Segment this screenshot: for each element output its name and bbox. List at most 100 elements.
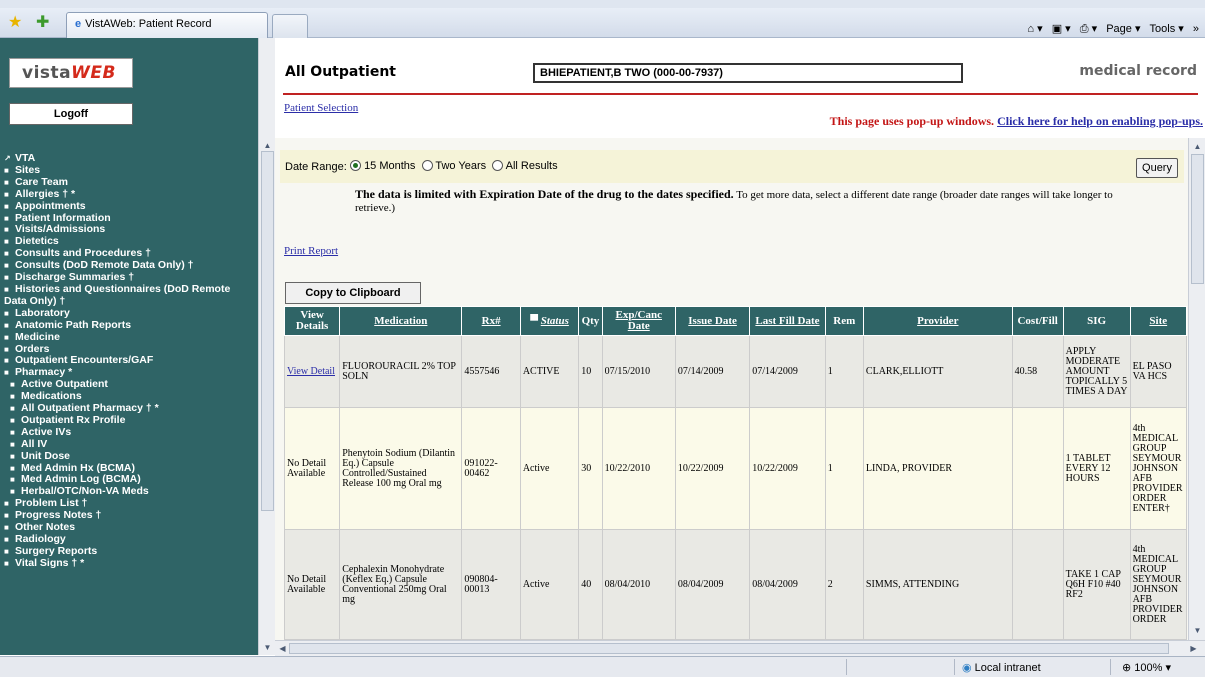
column-header: SIG [1062, 306, 1131, 336]
nav-item-label: Anatomic Path Reports [15, 318, 132, 331]
popup-notice: This page uses pop-up windows. Click her… [830, 114, 1203, 129]
table-cell: 10 [578, 335, 603, 408]
column-header-label: SIG [1087, 314, 1107, 327]
nav-item-label: Care Team [15, 175, 68, 188]
table-cell: 4557546 [461, 335, 521, 408]
column-header[interactable]: Medication [339, 306, 463, 336]
view-detail-link[interactable]: View Detail [287, 366, 335, 377]
table-cell: Active [519, 407, 580, 530]
scroll-left-icon[interactable]: ◀ [276, 642, 289, 655]
new-tab-button[interactable] [272, 14, 308, 38]
expand-box-icon: ■ [10, 463, 15, 473]
expand-box-icon: ■ [4, 273, 9, 283]
nav-item-label: Allergies † * [15, 187, 76, 200]
nav-item-label: Consults and Procedures † [15, 247, 151, 260]
expand-box-icon: ■ [10, 427, 15, 437]
content-scroll-down-icon[interactable]: ▼ [1191, 624, 1204, 637]
popup-help-link[interactable]: Click here for help on enabling pop-ups. [997, 114, 1203, 128]
column-header[interactable]: Site [1129, 306, 1188, 336]
zoom-level[interactable]: ⊕ 100% ▾ [1122, 661, 1171, 674]
security-zone-label: Local intranet [974, 662, 1041, 674]
expand-box-icon: ■ [10, 415, 15, 425]
horizontal-scroll-thumb[interactable] [289, 643, 1169, 654]
column-header[interactable]: Provider [862, 306, 1013, 336]
print-report-link[interactable]: Print Report [284, 245, 338, 257]
nav-item-label: Other Notes [15, 521, 76, 534]
nav-item-label: All Outpatient Pharmacy † * [21, 402, 159, 415]
column-header-label: View Details [295, 309, 329, 332]
table-cell: Phenytoin Sodium (Dilantin Eq.) Capsule … [339, 407, 463, 530]
radio-15-months[interactable] [350, 160, 361, 171]
print-icon[interactable]: ⎙ ▾ [1080, 23, 1097, 35]
patient-name-box: BHIEPATIENT,B TWO (000-00-7937) [533, 63, 963, 83]
nav-item[interactable]: ■ Histories and Questionnaires (DoD Remot… [0, 282, 258, 308]
expand-box-icon: ■ [10, 475, 15, 485]
table-row: No Detail Available Phenytoin Sodium (Dil… [283, 407, 1188, 530]
ie-page-icon: e [75, 18, 82, 30]
table-cell: ACTIVE [519, 335, 580, 408]
content-scroll-up-icon[interactable]: ▲ [1191, 140, 1204, 153]
column-header: Cost/Fill [1011, 306, 1064, 336]
horizontal-scrollbar[interactable]: ◀ ▶ [275, 640, 1205, 656]
intranet-globe-icon: ◉ [962, 662, 972, 674]
nav-item-label: Dietetics [15, 235, 59, 248]
expand-box-icon: ■ [4, 213, 9, 223]
table-cell: FLUOROURACIL 2% TOP SOLN [339, 335, 463, 408]
content-scroll-thumb[interactable] [1191, 154, 1204, 284]
status-bar: ◉ Local intranet ⊕ 100% ▾ [0, 656, 1205, 677]
expand-box-icon: ■ [4, 332, 9, 342]
column-header[interactable]: ▀ Status [519, 306, 580, 336]
logoff-button[interactable]: Logoff [9, 103, 133, 125]
table-row: View Detail FLUOROURACIL 2% TOP SOLN 45575… [283, 335, 1188, 408]
date-range-label: Date Range: [285, 161, 347, 173]
content-vertical-scrollbar[interactable]: ▲ ▼ [1188, 138, 1205, 640]
zoom-icon: ⊕ [1122, 662, 1132, 674]
table-cell: 07/15/2010 [601, 335, 676, 408]
column-header[interactable]: Rx# [461, 306, 521, 336]
scroll-down-arrow-icon[interactable]: ▼ [261, 641, 274, 654]
expand-box-icon: ■ [4, 165, 9, 175]
column-header: Qty [578, 306, 603, 336]
feeds-icon[interactable]: ▣ ▾ [1052, 23, 1071, 35]
table-cell: 07/14/2009 [674, 335, 751, 408]
nav-item-label: Discharge Summaries † [15, 271, 135, 284]
copy-to-clipboard-button[interactable]: Copy to Clipboard [285, 282, 421, 304]
expand-box-icon: ■ [10, 392, 15, 402]
table-cell: 10/22/2010 [601, 407, 676, 530]
nav-item-label: All IV [21, 437, 48, 450]
nav-item-label: Outpatient Rx Profile [21, 413, 126, 426]
more-commands-icon[interactable]: » [1193, 23, 1199, 35]
expand-box-icon: ■ [10, 451, 15, 461]
table-cell: CLARK,ELLIOTT [862, 335, 1013, 408]
nav-scrollbar[interactable]: ▲ ▼ [258, 38, 275, 655]
column-header[interactable]: Last Fill Date [749, 306, 826, 336]
column-header-label: Qty [581, 314, 600, 327]
column-header[interactable]: Issue Date [674, 306, 751, 336]
nav-item-label: Histories and Questionnaires (DoD Remote… [4, 282, 231, 307]
nav-item-label: Problem List † [15, 497, 88, 510]
radio-two-years[interactable] [421, 160, 433, 171]
table-cell: 1 TABLET EVERY 12 HOURS [1062, 407, 1131, 530]
column-header-label: Rx# [481, 314, 501, 327]
favorites-star-icon[interactable]: ★ [8, 14, 22, 32]
nav-scroll-thumb[interactable] [261, 151, 274, 511]
browser-tab-active[interactable]: e VistAWeb: Patient Record [66, 12, 268, 38]
table-cell [1011, 529, 1064, 640]
nav-item-label: Visits/Admissions [15, 223, 106, 236]
add-favorites-icon[interactable]: ✚ [36, 14, 49, 32]
radio-all-results[interactable] [492, 160, 504, 171]
column-header-label: Site [1149, 314, 1168, 327]
home-icon[interactable]: ⌂ ▾ [1027, 23, 1042, 35]
query-button[interactable]: Query [1136, 158, 1178, 178]
table-cell: LINDA, PROVIDER [862, 407, 1013, 530]
vta-link-icon: ↗ [4, 154, 11, 163]
page-title: All Outpatient [285, 64, 396, 80]
column-header[interactable]: Exp/Canc Date [601, 306, 676, 336]
tools-menu[interactable]: Tools ▾ [1150, 23, 1184, 35]
patient-selection-link[interactable]: Patient Selection [284, 102, 358, 114]
nav-item[interactable]: ■ Vital Signs † * [0, 557, 258, 570]
scroll-right-icon[interactable]: ▶ [1187, 642, 1200, 655]
table-cell: 090804-00013 [461, 529, 521, 640]
table-cell: 08/04/2009 [674, 529, 751, 640]
page-menu[interactable]: Page ▾ [1106, 23, 1140, 35]
